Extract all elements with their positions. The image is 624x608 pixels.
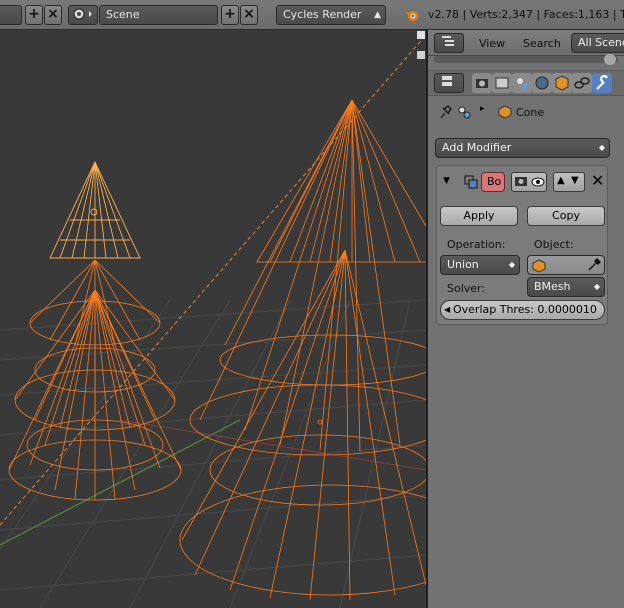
display-mode-dropdown[interactable]: All Scene [571,33,624,53]
render-engine-dropdown[interactable]: Cycles Render ▲ [276,5,386,25]
properties-editor: View Search All Scene ▸ Cone Add Modifie… [428,30,624,608]
camera-icon [476,79,488,88]
breadcrumb: ▸ Cone [438,104,618,122]
camera-eye-icon [515,177,545,187]
world-icon [535,76,549,90]
copy-button[interactable]: Copy [527,206,605,226]
tab-object[interactable] [552,73,572,93]
eyedropper-icon[interactable] [587,258,601,272]
close-icon[interactable]: ✕ [591,171,604,190]
scene-type-selector[interactable] [68,5,98,25]
move-up-icon[interactable]: ▲ [557,175,565,186]
tab-scene[interactable] [512,73,532,93]
operation-value: Union [447,258,479,271]
overlap-threshold-field[interactable]: ◀ Overlap Thres: 0.0000010 [440,300,605,320]
tab-world[interactable] [532,73,552,93]
viewport-canvas[interactable] [0,30,426,608]
info-header: + × Scene + × Cycles Render ▲ v2.78 | Ve… [0,0,624,30]
search-menu[interactable]: Search [523,37,561,50]
boolean-modifier-panel: ▼ Bo ▲ ▼ ✕ Apply Copy Operation: Object:… [436,165,608,325]
viewport-corner-widget[interactable] [417,31,425,39]
cube-small-icon [532,259,546,273]
scene-name-field[interactable]: Scene [99,5,218,25]
overlap-threshold-label: Overlap Thres: 0.0000010 [453,303,597,316]
wrench-icon [596,74,609,90]
modifier-name-field[interactable]: Bo [481,172,505,192]
properties-context-tabs [428,70,624,96]
blender-logo-icon [405,11,418,21]
operation-label: Operation: [447,238,506,251]
tab-modifiers[interactable] [592,73,612,93]
add-modifier-dropdown[interactable]: Add Modifier ◆ [435,138,610,158]
object-label: Object: [534,238,574,251]
right-cone-stack[interactable] [179,99,426,601]
y-axis-line [0,419,241,546]
solver-dropdown[interactable]: BMesh ◆ [527,277,605,297]
scene-icon [73,8,92,20]
collapse-triangle-icon[interactable]: ▼ [443,176,450,186]
floor-grid [0,299,426,608]
editor-type-selector[interactable] [434,33,464,53]
view-menu[interactable]: View [479,37,505,50]
scrollbar-handle[interactable] [604,54,616,65]
horizontal-scrollbar[interactable] [434,54,618,65]
3d-viewport[interactable] [0,30,426,608]
boolean-modifier-icon [464,175,478,189]
breadcrumb-object-name: Cone [516,106,545,119]
relationship-line [0,34,426,526]
add-modifier-label: Add Modifier [442,141,512,154]
solver-value: BMesh [534,280,571,293]
chevron-updown-icon: ◆ [598,143,605,152]
delete-scene-button[interactable]: × [240,5,258,25]
add-scene-button[interactable]: + [221,5,239,25]
tab-constraints[interactable] [572,73,592,93]
scene-statistics: v2.78 | Verts:2,347 | Faces:1,163 | Tr [428,8,624,21]
chevron-updown-icon: ◆ [593,282,600,291]
selected-cone[interactable] [49,160,141,259]
editor-type-selector-properties[interactable] [434,73,464,93]
move-modifier-buttons[interactable]: ▲ ▼ [553,172,585,192]
apply-button[interactable]: Apply [440,206,518,226]
properties-icon [442,76,452,86]
add-screen-button[interactable]: + [25,5,43,25]
render-engine-label: Cycles Render [283,8,362,21]
screen-layout-field[interactable] [0,5,22,25]
outliner-icon [442,36,454,46]
tab-render-layers[interactable] [492,73,512,93]
render-viewport-toggles[interactable] [511,172,547,192]
pin-icon[interactable] [438,104,452,120]
operation-dropdown[interactable]: Union ◆ [440,255,520,275]
chevron-updown-icon: ▲ [374,10,381,20]
solver-label: Solver: [447,282,486,295]
breadcrumb-chevron-icon: ▸ [480,104,485,114]
viewport-add-widget[interactable] [417,51,425,59]
layers-icon [495,77,509,89]
chevron-updown-icon: ◆ [508,260,515,269]
outliner-header: View Search All Scene [428,30,624,56]
cube-icon [555,75,569,91]
move-down-icon[interactable]: ▼ [571,175,579,186]
link-icon [574,77,590,89]
object-field[interactable] [527,255,605,275]
scene-objects-icon [517,78,528,89]
tab-render[interactable] [472,73,492,93]
cube-small-icon [498,105,512,119]
scene-small-icon [458,106,471,119]
decrement-arrow-icon[interactable]: ◀ [444,301,450,319]
delete-screen-button[interactable]: × [44,5,62,25]
